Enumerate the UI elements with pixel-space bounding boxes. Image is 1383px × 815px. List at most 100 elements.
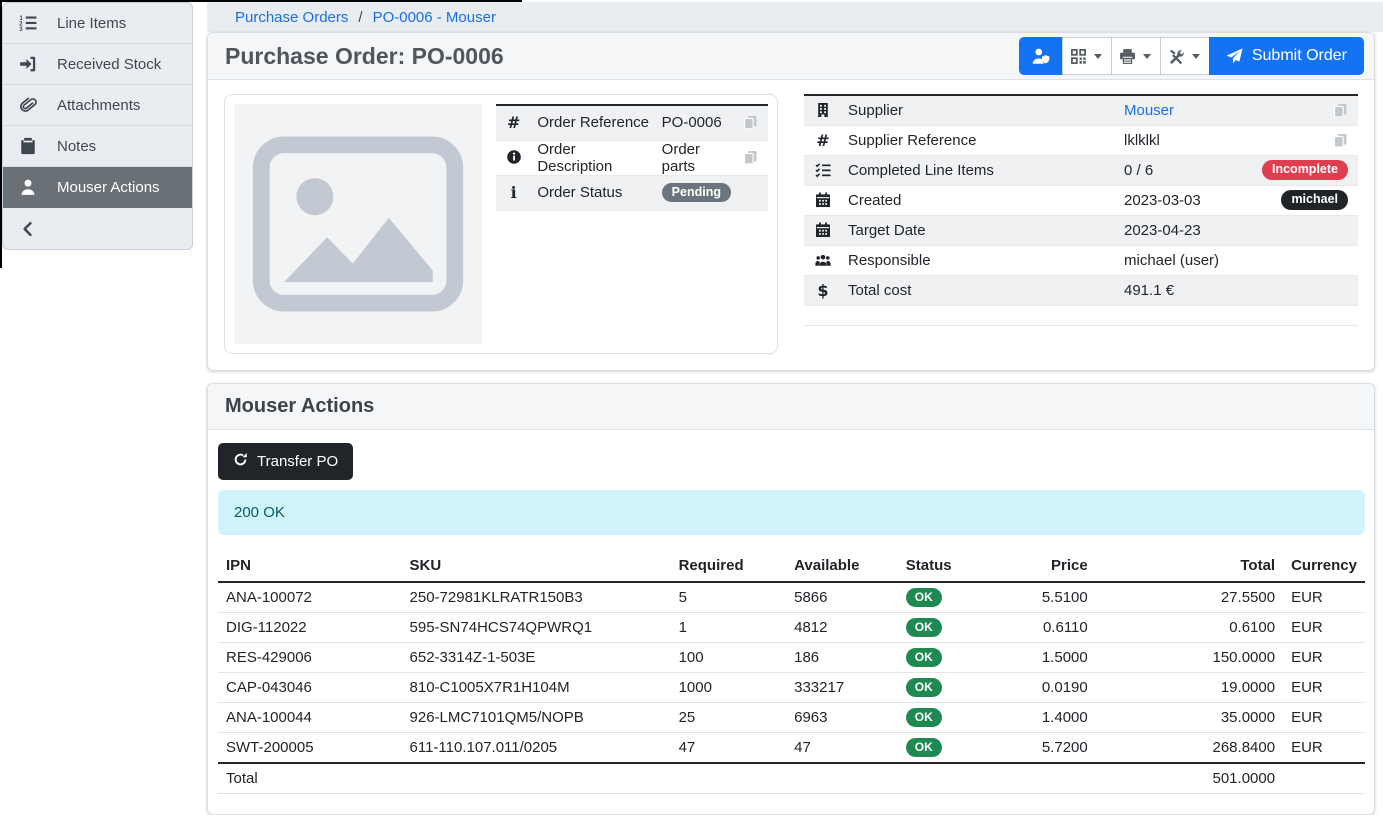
cell-currency: EUR xyxy=(1283,613,1365,643)
cell-available: 6963 xyxy=(786,703,898,733)
users-icon xyxy=(815,252,831,269)
cell-status: OK xyxy=(898,673,993,703)
svg-text:3: 3 xyxy=(19,27,23,32)
detail-label: Supplier Reference xyxy=(842,125,1118,155)
detail-label: Target Date xyxy=(842,215,1118,245)
detail-label: Order Status xyxy=(531,175,655,210)
calendar-icon xyxy=(815,222,831,239)
wrench-icon xyxy=(1168,48,1185,65)
submit-order-button[interactable]: Submit Order xyxy=(1209,37,1364,75)
cell-currency: EUR xyxy=(1283,582,1365,613)
ok-status-badge: OK xyxy=(906,708,942,727)
cell-currency: EUR xyxy=(1283,643,1365,673)
dollar-icon: $ xyxy=(817,283,828,300)
cell-sku: 595-SN74HCS74QPWRQ1 xyxy=(402,613,671,643)
cell-available: 5866 xyxy=(786,582,898,613)
table-row: SWT-200005 611-110.107.011/0205 47 47 OK… xyxy=(218,733,1365,764)
paperclip-icon xyxy=(18,96,38,114)
header-action-buttons: Submit Order xyxy=(1019,37,1364,75)
list-ol-icon: 123 xyxy=(18,14,38,32)
status-badge: Incomplete xyxy=(1262,160,1348,180)
circle-info-icon xyxy=(506,149,522,166)
cell-required: 1 xyxy=(671,613,787,643)
order-summary-body: # Order Reference PO-0006 Order Descript… xyxy=(208,80,1374,370)
sidebar-item-mouser-actions[interactable]: Mouser Actions xyxy=(3,167,192,208)
sidebar-item-line-items[interactable]: 123 Line Items xyxy=(3,3,192,44)
cell-currency: EUR xyxy=(1283,733,1365,764)
cell-total: 27.5500 xyxy=(1096,582,1283,613)
sidebar-item-attachments[interactable]: Attachments xyxy=(3,85,192,126)
sidebar-item-notes[interactable]: Notes xyxy=(3,126,192,167)
barcode-actions-button[interactable] xyxy=(1062,37,1112,75)
transfer-status-text: 200 OK xyxy=(234,504,285,521)
cell-total: 19.0000 xyxy=(1096,673,1283,703)
table-row: DIG-112022 595-SN74HCS74QPWRQ1 1 4812 OK… xyxy=(218,613,1365,643)
cell-required: 47 xyxy=(671,733,787,764)
table-row: ANA-100072 250-72981KLRATR150B3 5 5866 O… xyxy=(218,582,1365,613)
sidebar-collapse-button[interactable] xyxy=(3,208,192,249)
main-content: Purchase Orders/PO-0006 - Mouser Purchas… xyxy=(207,0,1383,815)
detail-label: Responsible xyxy=(842,245,1118,275)
column-header-price: Price xyxy=(993,553,1096,582)
transfer-results-table: IPNSKURequiredAvailableStatusPriceTotalC… xyxy=(218,553,1365,794)
order-detail-card: # Order Reference PO-0006 Order Descript… xyxy=(224,94,778,354)
detail-label: Supplier xyxy=(842,95,1118,125)
cell-price: 0.0190 xyxy=(993,673,1096,703)
breadcrumb-link[interactable]: Purchase Orders xyxy=(235,9,348,26)
sidebar-item-label: Line Items xyxy=(57,15,126,32)
cell-ipn: ANA-100072 xyxy=(218,582,402,613)
cell-ipn: CAP-043046 xyxy=(218,673,402,703)
cell-price: 5.7200 xyxy=(993,733,1096,764)
mouser-actions-title: Mouser Actions xyxy=(225,395,374,418)
user-shield-icon xyxy=(1031,47,1051,65)
ok-status-badge: OK xyxy=(906,738,942,757)
breadcrumb-link[interactable]: PO-0006 - Mouser xyxy=(373,9,496,26)
detail-value: Order parts xyxy=(662,141,700,175)
column-header-ipn: IPN xyxy=(218,553,402,582)
cell-total: 35.0000 xyxy=(1096,703,1283,733)
print-actions-button[interactable] xyxy=(1111,37,1161,75)
cell-price: 0.6110 xyxy=(993,613,1096,643)
detail-value: michael (user) xyxy=(1124,252,1219,269)
sidebar-item-label: Mouser Actions xyxy=(57,179,160,196)
sidebar-item-received-stock[interactable]: Received Stock xyxy=(3,44,192,85)
order-actions-button[interactable] xyxy=(1160,37,1210,75)
cell-total: 0.6100 xyxy=(1096,613,1283,643)
rotate-icon xyxy=(233,452,248,471)
table-footer-row: Total 501.0000 xyxy=(218,763,1365,793)
detail-row: # Order Reference PO-0006 xyxy=(496,105,768,140)
column-header-status: Status xyxy=(898,553,993,582)
column-header-total: Total xyxy=(1096,553,1283,582)
detail-label: Completed Line Items xyxy=(842,155,1118,185)
transfer-po-label: Transfer PO xyxy=(257,453,338,470)
cell-available: 333217 xyxy=(786,673,898,703)
mouser-actions-header: Mouser Actions xyxy=(208,384,1374,430)
submit-order-label: Submit Order xyxy=(1252,47,1347,65)
detail-row: Responsible michael (user) xyxy=(804,245,1358,275)
cell-price: 1.4000 xyxy=(993,703,1096,733)
list-check-icon xyxy=(815,162,831,179)
cell-available: 186 xyxy=(786,643,898,673)
detail-row: # Supplier Reference lklklkl xyxy=(804,125,1358,155)
detail-row: Supplier Mouser xyxy=(804,95,1358,125)
cell-available: 47 xyxy=(786,733,898,764)
sidebar: 123 Line Items Received Stock Attachments… xyxy=(2,2,193,250)
transfer-po-button[interactable]: Transfer PO xyxy=(218,443,353,480)
detail-label: Order Description xyxy=(531,140,655,175)
purchase-order-panel: Purchase Order: PO-0006 Submit Order xyxy=(207,32,1375,371)
cell-ipn: DIG-112022 xyxy=(218,613,402,643)
detail-row: i Order Status Pending xyxy=(496,175,768,210)
copy-icon xyxy=(1333,102,1348,119)
cell-status: OK xyxy=(898,643,993,673)
status-badge: michael xyxy=(1281,190,1348,210)
caret-down-icon xyxy=(1093,51,1103,61)
detail-label: Created xyxy=(842,185,1118,215)
cell-required: 100 xyxy=(671,643,787,673)
detail-value: 2023-03-03 xyxy=(1124,192,1201,209)
user-icon xyxy=(18,178,38,196)
user-shield-button[interactable] xyxy=(1019,37,1063,75)
cell-currency: EUR xyxy=(1283,673,1365,703)
supplier-detail-column: Supplier Mouser # Supplier Reference lkl… xyxy=(804,94,1358,354)
detail-label: Total cost xyxy=(842,275,1118,305)
supplier-link[interactable]: Mouser xyxy=(1124,102,1174,119)
